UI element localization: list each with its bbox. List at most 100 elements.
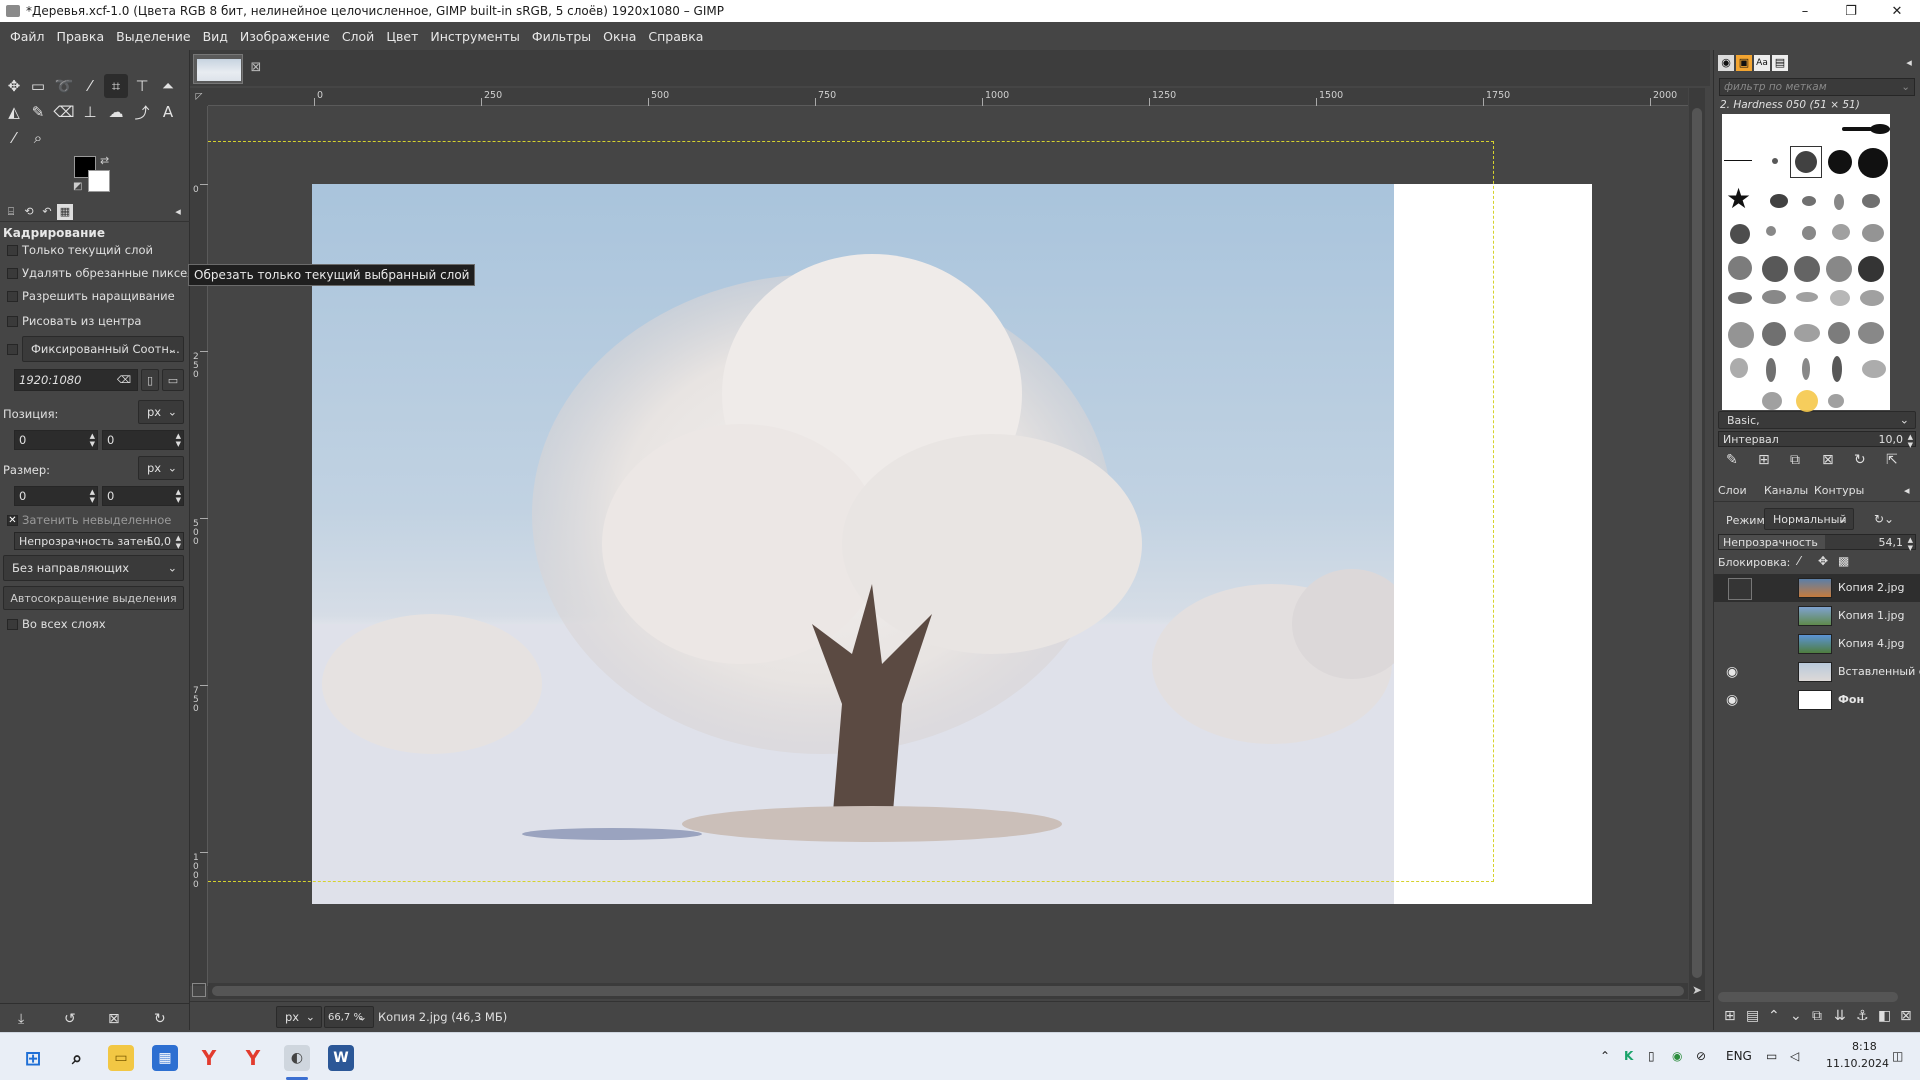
documents-tab-icon[interactable]: ▤ — [1772, 55, 1788, 71]
background-color-swatch[interactable] — [88, 170, 110, 192]
anchor-layer-icon[interactable]: ⚓ — [1856, 1008, 1869, 1024]
reset-colors-icon[interactable]: ◩ — [73, 181, 82, 192]
autoshrink-button[interactable]: Автосокращение выделения — [3, 586, 184, 610]
reset-options-icon[interactable]: ↻ — [154, 1011, 166, 1027]
gimp-taskbar-icon[interactable]: ◐ — [284, 1045, 310, 1071]
clock-time[interactable]: 8:18 — [1852, 1040, 1877, 1053]
mask-layer-icon[interactable]: ◧ — [1878, 1008, 1891, 1024]
spin-icon[interactable]: ▲ ▼ — [176, 534, 181, 550]
only-current-layer-checkbox[interactable] — [7, 245, 18, 256]
layer-opacity-slider[interactable]: Непрозрачность 54,1 ▲ ▼ — [1718, 534, 1916, 552]
spin-icon[interactable]: ▲ ▼ — [1908, 433, 1913, 449]
delete-options-icon[interactable]: ⊠ — [108, 1011, 120, 1027]
yandex-browser-icon[interactable]: Y — [196, 1045, 222, 1071]
crop-rectangle[interactable] — [208, 141, 1494, 882]
size-unit-select[interactable]: px ⌄ — [138, 456, 184, 480]
spin-icon[interactable]: ▲ ▼ — [90, 488, 95, 504]
bucket-fill-tool-icon[interactable]: ◭ — [2, 100, 26, 124]
mode-reset-icon[interactable]: ↻⌄ — [1874, 512, 1894, 526]
chevron-up-icon[interactable]: ⌃ — [1600, 1049, 1610, 1063]
layer-name[interactable]: Копия 1.jpg — [1838, 609, 1920, 622]
device-status-tab-icon[interactable]: ⟲ — [21, 204, 37, 220]
menu-layer[interactable]: Слой — [336, 29, 381, 44]
layer-row[interactable]: ◉ Вставленный сл — [1714, 658, 1920, 686]
display-icon[interactable]: ▭ — [1766, 1049, 1777, 1063]
fixed-checkbox[interactable] — [7, 344, 18, 355]
undo-history-tab-icon[interactable]: ↶ — [39, 204, 55, 220]
layer-name[interactable]: Копия 4.jpg — [1838, 637, 1920, 650]
size-w-input[interactable]: 0 ▲ ▼ — [14, 486, 98, 506]
mode-select[interactable]: Нормальный ⌄ — [1764, 508, 1854, 530]
image-canvas[interactable] — [208, 106, 1688, 986]
menu-color[interactable]: Цвет — [380, 29, 424, 44]
lock-position-icon[interactable]: ✥ — [1818, 554, 1828, 568]
guides-select[interactable]: Без направляющих ⌄ — [3, 555, 184, 581]
layers-hscroll[interactable] — [1718, 992, 1898, 1002]
brush-tag-filter-input[interactable]: фильтр по меткам ⌄ — [1719, 78, 1915, 96]
yandex-icon[interactable]: Y — [240, 1045, 266, 1071]
color-picker-tool-icon[interactable]: ⁄ — [2, 126, 26, 150]
ruler-corner-icon[interactable]: ◸ — [190, 88, 208, 106]
ratio-input[interactable]: 1920:1080 ⌫ — [14, 369, 138, 391]
spin-icon[interactable]: ▲ ▼ — [176, 432, 181, 448]
delete-brush-icon[interactable]: ⊠ — [1822, 452, 1834, 468]
shade-unselected-checkbox[interactable]: ✕ — [7, 515, 18, 526]
language-indicator[interactable]: ENG — [1726, 1049, 1752, 1063]
text-tool-icon[interactable]: A — [156, 100, 180, 124]
layer-name[interactable]: Копия 2.jpg — [1838, 581, 1920, 594]
raise-layer-icon[interactable]: ⌃ — [1768, 1008, 1780, 1024]
clock-date[interactable]: 11.10.2024 — [1826, 1057, 1889, 1070]
position-unit-select[interactable]: px ⌄ — [138, 400, 184, 424]
save-options-icon[interactable]: ⤓ — [18, 1011, 24, 1027]
minimize-button[interactable]: – — [1782, 0, 1828, 22]
spacing-slider[interactable]: Интервал 10,0 ▲ ▼ — [1718, 431, 1916, 449]
word-icon[interactable]: W — [328, 1045, 354, 1071]
lock-pixels-icon[interactable]: ⁄ — [1798, 554, 1800, 568]
usb-icon[interactable]: ▯ — [1648, 1049, 1655, 1063]
fixed-mode-select[interactable]: Фиксированный Соотн... ⌄ — [22, 336, 184, 362]
ms-store-icon[interactable]: ▦ — [152, 1045, 178, 1071]
move-tool-icon[interactable]: ✥ — [2, 74, 26, 98]
rect-select-tool-icon[interactable]: ▭ — [26, 74, 50, 98]
restore-options-icon[interactable]: ↺ — [64, 1011, 76, 1027]
eye-icon[interactable]: ◉ — [1726, 692, 1738, 708]
tab-paths[interactable]: Контуры — [1814, 484, 1864, 497]
delete-layer-icon[interactable]: ⊠ — [1900, 1008, 1912, 1024]
fuzzy-select-tool-icon[interactable]: ⁄ — [78, 74, 102, 98]
layer-name[interactable]: Фон — [1838, 693, 1920, 706]
menu-filters[interactable]: Фильтры — [526, 29, 597, 44]
tab-channels[interactable]: Каналы — [1764, 484, 1808, 497]
spin-icon[interactable]: ▲ ▼ — [1908, 536, 1913, 552]
delete-cropped-checkbox[interactable] — [7, 268, 18, 279]
clear-icon[interactable]: ⌫ — [117, 375, 131, 386]
paintbrush-tool-icon[interactable]: ✎ — [26, 100, 50, 124]
new-layer-icon[interactable]: ⊞ — [1724, 1008, 1736, 1024]
chrome-icon[interactable]: ◉ — [1672, 1049, 1682, 1063]
menu-file[interactable]: Файл — [4, 29, 51, 44]
eraser-tool-icon[interactable]: ⌫ — [52, 100, 76, 124]
close-button[interactable]: ✕ — [1874, 0, 1920, 22]
file-explorer-icon[interactable]: ▭ — [108, 1045, 134, 1071]
menu-view[interactable]: Вид — [197, 29, 234, 44]
unit-select[interactable]: px ⌄ — [276, 1006, 322, 1028]
position-x-input[interactable]: 0 ▲ ▼ — [14, 430, 98, 450]
spin-icon[interactable]: ▲ ▼ — [176, 488, 181, 504]
menu-windows[interactable]: Окна — [597, 29, 642, 44]
zoom-tool-icon[interactable]: ⌕ — [26, 126, 50, 150]
paths-tool-icon[interactable]: ⤴ — [130, 100, 154, 124]
allow-growing-checkbox[interactable] — [7, 291, 18, 302]
draw-from-center-checkbox[interactable] — [7, 316, 18, 327]
menu-image[interactable]: Изображение — [234, 29, 336, 44]
tool-options-tab-icon[interactable]: ⌸ — [3, 204, 19, 220]
volume-icon[interactable]: ◁ — [1790, 1049, 1799, 1063]
vertical-scrollbar[interactable] — [1689, 88, 1705, 1000]
lower-layer-icon[interactable]: ⌄ — [1790, 1008, 1802, 1024]
horizontal-ruler[interactable]: 0 250 500 750 1000 1250 1500 1750 2000 — [208, 88, 1688, 106]
portrait-icon[interactable]: ▯ — [141, 369, 159, 391]
zoom-select[interactable]: 66,7 % ⌄ — [324, 1006, 374, 1028]
lasso-tool-icon[interactable]: ➰ — [52, 74, 76, 98]
all-layers-checkbox[interactable] — [7, 619, 18, 630]
configure-tab-icon[interactable]: ◂ — [1904, 484, 1910, 497]
fonts-tab-icon[interactable]: Aa — [1754, 55, 1770, 71]
configure-tab-icon[interactable]: ◂ — [1901, 55, 1917, 71]
